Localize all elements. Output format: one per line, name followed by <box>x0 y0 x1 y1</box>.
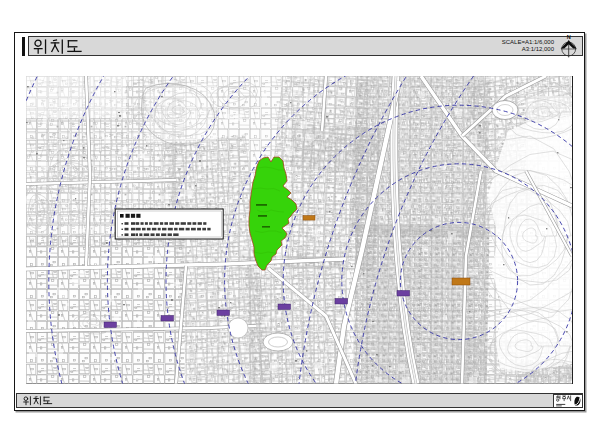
svg-text:N: N <box>567 34 571 40</box>
